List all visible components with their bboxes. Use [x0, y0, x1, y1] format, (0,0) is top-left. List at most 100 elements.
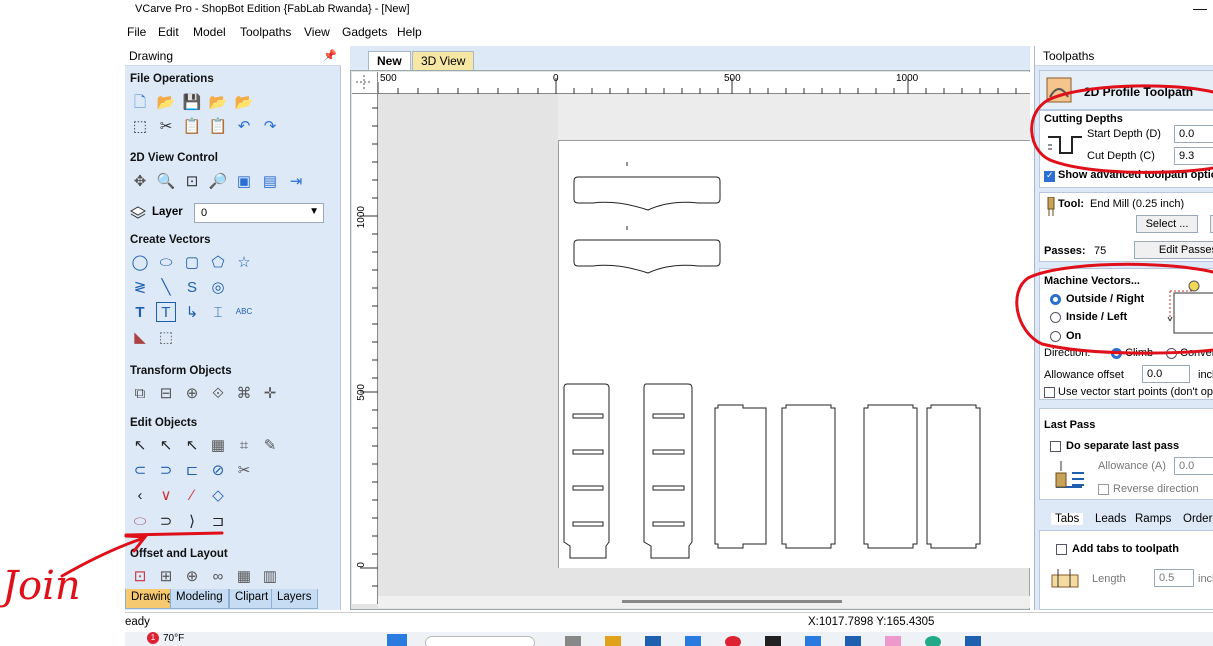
center-icon[interactable]: ⊕ — [182, 383, 202, 403]
outside-right-radio[interactable] — [1050, 294, 1061, 305]
draw-ellipse-icon[interactable]: ⬭ — [156, 252, 176, 272]
tab-length-input[interactable]: 0.5 — [1154, 569, 1194, 587]
taskbar-app-icon[interactable] — [885, 636, 901, 646]
import-bitmap-icon[interactable]: 📂 — [234, 92, 254, 112]
join-vectors-icon[interactable]: ⬭ — [130, 511, 150, 531]
zoom-selection-icon[interactable]: 🔎 — [208, 171, 228, 191]
text-tool-icon[interactable]: T — [130, 302, 150, 322]
draw-circle-icon[interactable]: ◯ — [130, 252, 150, 272]
tab-3d-view[interactable]: 3D View — [412, 51, 475, 70]
scale-icon[interactable]: ⌘ — [234, 383, 254, 403]
taskbar-chrome-icon[interactable] — [725, 636, 741, 646]
last-allowance-input[interactable]: 0.0 — [1174, 457, 1213, 475]
draw-spiral-icon[interactable]: ◎ — [208, 277, 228, 297]
fillet-icon[interactable]: ∨ — [156, 485, 176, 505]
close-vector-icon[interactable]: ⊃ — [156, 511, 176, 531]
weld-icon[interactable]: ⊂ — [130, 460, 150, 480]
array-copy-icon[interactable]: ⊞ — [156, 566, 176, 586]
menu-model[interactable]: Model — [193, 25, 226, 39]
view-layout-icon[interactable]: ▣ — [234, 171, 254, 191]
tab-layers[interactable]: Layers — [271, 589, 318, 609]
redo-icon[interactable]: ↷ — [260, 116, 280, 136]
draw-spline-icon[interactable]: S — [182, 277, 202, 297]
move-icon[interactable]: ⧉ — [130, 383, 150, 403]
cut-icon[interactable]: ✂ — [156, 116, 176, 136]
show-advanced-checkbox[interactable] — [1044, 170, 1055, 182]
fit-curves-icon[interactable]: ◇ — [208, 485, 228, 505]
save-icon[interactable]: 💾 — [182, 92, 202, 112]
tab-clipart[interactable]: Clipart — [229, 589, 275, 609]
edit-passes-button[interactable]: Edit Passes — [1134, 241, 1213, 259]
tab-modeling[interactable]: Modeling — [170, 589, 229, 609]
align-icon[interactable]: ⊟ — [156, 383, 176, 403]
taskbar-app-icon[interactable] — [805, 636, 821, 646]
text-layout-icon[interactable]: ABC — [234, 302, 254, 322]
smooth-icon[interactable]: ∕ — [182, 485, 202, 505]
taskbar-app-icon[interactable] — [965, 636, 981, 646]
new-file-icon[interactable]: 🗋 — [130, 92, 150, 112]
taskbar-app-icon[interactable] — [925, 636, 941, 646]
conventional-radio[interactable] — [1166, 348, 1177, 359]
fit-to-curve-icon[interactable]: ▥ — [260, 566, 280, 586]
start-depth-input[interactable]: 0.0 — [1174, 125, 1213, 143]
use-vector-start-checkbox[interactable] — [1044, 387, 1055, 398]
rotate-icon[interactable]: ✛ — [260, 383, 280, 403]
menu-toolpaths[interactable]: Toolpaths — [240, 25, 291, 39]
scrollbar-thumb[interactable] — [622, 600, 842, 603]
pin-icon[interactable]: 📌 — [323, 49, 337, 62]
import-vectors-icon[interactable]: 📂 — [208, 92, 228, 112]
tab-leads[interactable]: Leads — [1095, 513, 1126, 525]
climb-radio[interactable] — [1111, 348, 1122, 359]
taskbar-app-icon[interactable] — [645, 636, 661, 646]
menu-gadgets[interactable]: Gadgets — [342, 25, 387, 39]
extend-icon[interactable]: ‹ — [130, 485, 150, 505]
draw-curve-icon[interactable]: ╲ — [156, 277, 176, 297]
trace-bitmap-icon[interactable]: ◣ — [130, 327, 150, 347]
mirror-icon[interactable]: ⟐ — [208, 383, 228, 403]
draw-polyline-icon[interactable]: ≷ — [130, 277, 150, 297]
paste-icon[interactable]: 📋 — [208, 116, 228, 136]
nesting-icon[interactable]: ▦ — [234, 566, 254, 586]
text-arc-icon[interactable]: ⌶ — [208, 302, 228, 322]
vector-drawing[interactable] — [558, 140, 1030, 568]
menu-edit[interactable]: Edit — [158, 25, 179, 39]
inside-left-radio[interactable] — [1050, 312, 1061, 323]
subtract-icon[interactable]: ⊃ — [156, 460, 176, 480]
chevron-down-icon[interactable]: ▼ — [309, 206, 319, 217]
select-icon[interactable]: ↖ — [130, 435, 150, 455]
menu-help[interactable]: Help — [397, 25, 422, 39]
offset-icon[interactable]: ⊡ — [130, 566, 150, 586]
menu-view[interactable]: View — [304, 25, 330, 39]
job-setup-icon[interactable]: ⬚ — [130, 116, 150, 136]
on-radio[interactable] — [1050, 331, 1061, 342]
draw-star-icon[interactable]: ☆ — [234, 252, 254, 272]
text-on-curve-icon[interactable]: ↳ — [182, 302, 202, 322]
windows-start-icon[interactable] — [387, 634, 407, 646]
layer-select[interactable]: 0 ▼ — [194, 203, 324, 223]
scissors-icon[interactable]: ✂ — [234, 460, 254, 480]
auto-layout-text-icon[interactable]: T — [156, 302, 176, 322]
undo-icon[interactable]: ↶ — [234, 116, 254, 136]
pan-icon[interactable]: ✥ — [130, 171, 150, 191]
pen-edit-icon[interactable]: ✎ — [260, 435, 280, 455]
do-separate-checkbox[interactable] — [1050, 441, 1061, 452]
horizontal-scrollbar[interactable] — [378, 596, 1030, 608]
allowance-input[interactable]: 0.0 — [1142, 365, 1190, 383]
tab-tabs[interactable]: Tabs — [1051, 513, 1084, 525]
trim-icon[interactable]: ⊘ — [208, 460, 228, 480]
open-file-icon[interactable]: 📂 — [156, 92, 176, 112]
taskbar-app-icon[interactable] — [765, 636, 781, 646]
taskbar-explorer-icon[interactable] — [605, 636, 621, 646]
tab-ramps[interactable]: Ramps — [1135, 513, 1171, 525]
taskbar-search-box[interactable] — [425, 636, 535, 646]
reverse-direction-checkbox[interactable] — [1098, 484, 1109, 495]
tab-order[interactable]: Order — [1183, 513, 1212, 525]
circular-array-icon[interactable]: ⊕ — [182, 566, 202, 586]
intersect-icon[interactable]: ⊏ — [182, 460, 202, 480]
cut-depth-input[interactable]: 9.3 — [1174, 147, 1213, 165]
taskbar-app-icon[interactable] — [685, 636, 701, 646]
menu-file[interactable]: File — [127, 25, 146, 39]
zoom-box-icon[interactable]: 🔍 — [156, 171, 176, 191]
node-edit-icon[interactable]: ↖ — [156, 435, 176, 455]
tab-new[interactable]: New — [368, 51, 411, 70]
